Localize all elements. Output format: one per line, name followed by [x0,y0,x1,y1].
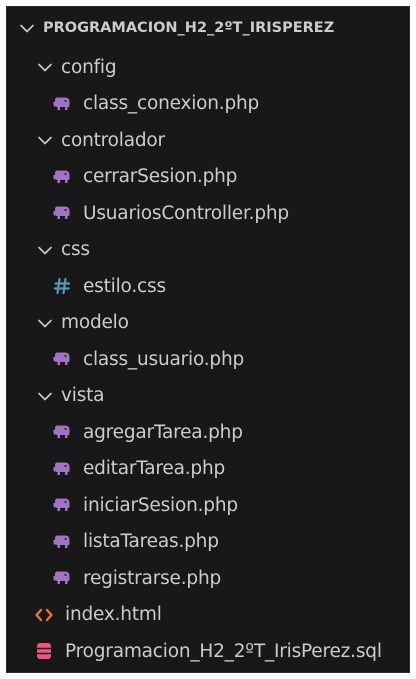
php-elephant-icon [51,568,73,588]
css-hash-icon [51,276,73,296]
html-code-icon [33,605,55,625]
php-elephant-icon [51,203,73,223]
folder-vista[interactable]: vista [7,378,409,415]
file-label: estilo.css [83,275,166,297]
file-label: class_usuario.php [83,348,245,370]
file-usuarios-controller[interactable]: UsuariosController.php [7,195,409,232]
php-elephant-icon [51,349,73,369]
php-elephant-icon [51,167,73,187]
folder-label: controlador [61,129,165,151]
folder-css[interactable]: css [7,232,409,269]
file-agregar-tarea[interactable]: agregarTarea.php [7,414,409,451]
file-class-conexion[interactable]: class_conexion.php [7,86,409,123]
file-label: class_conexion.php [83,93,260,115]
file-class-usuario[interactable]: class_usuario.php [7,341,409,378]
file-label: agregarTarea.php [83,421,243,443]
explorer-root-folder[interactable]: PROGRAMACION_H2_2ºT_IRISPEREZ [7,7,409,49]
file-estilo-css[interactable]: estilo.css [7,268,409,305]
file-label: editarTarea.php [83,458,226,480]
folder-label: config [61,56,117,78]
folder-label: vista [61,385,105,407]
file-label: listaTareas.php [83,531,219,553]
chevron-down-icon [35,313,55,333]
file-iniciar-sesion[interactable]: iniciarSesion.php [7,487,409,524]
chevron-down-icon [35,386,55,406]
explorer-root-label: PROGRAMACION_H2_2ºT_IRISPEREZ [43,20,335,36]
chevron-down-icon [35,130,55,150]
file-label: index.html [65,604,162,626]
file-explorer-panel: PROGRAMACION_H2_2ºT_IRISPEREZ config cla… [6,6,410,673]
file-label: UsuariosController.php [83,202,289,224]
chevron-down-icon [35,57,55,77]
php-elephant-icon [51,532,73,552]
folder-label: css [61,239,90,261]
folder-controlador[interactable]: controlador [7,122,409,159]
file-cerrar-sesion[interactable]: cerrarSesion.php [7,159,409,196]
file-registrarse[interactable]: registrarse.php [7,560,409,597]
file-programacion-sql[interactable]: Programacion_H2_2ºT_IrisPerez.sql [7,633,409,670]
file-label: registrarse.php [83,567,222,589]
php-elephant-icon [51,459,73,479]
php-elephant-icon [51,495,73,515]
file-index-html[interactable]: index.html [7,597,409,634]
file-label: iniciarSesion.php [83,494,238,516]
file-label: Programacion_H2_2ºT_IrisPerez.sql [65,640,382,662]
database-icon [33,641,55,661]
chevron-down-icon [17,18,37,38]
file-editar-tarea[interactable]: editarTarea.php [7,451,409,488]
php-elephant-icon [51,422,73,442]
folder-config[interactable]: config [7,49,409,86]
chevron-down-icon [35,240,55,260]
file-lista-tareas[interactable]: listaTareas.php [7,524,409,561]
php-elephant-icon [51,94,73,114]
folder-modelo[interactable]: modelo [7,305,409,342]
file-label: cerrarSesion.php [83,166,238,188]
folder-label: modelo [61,312,129,334]
